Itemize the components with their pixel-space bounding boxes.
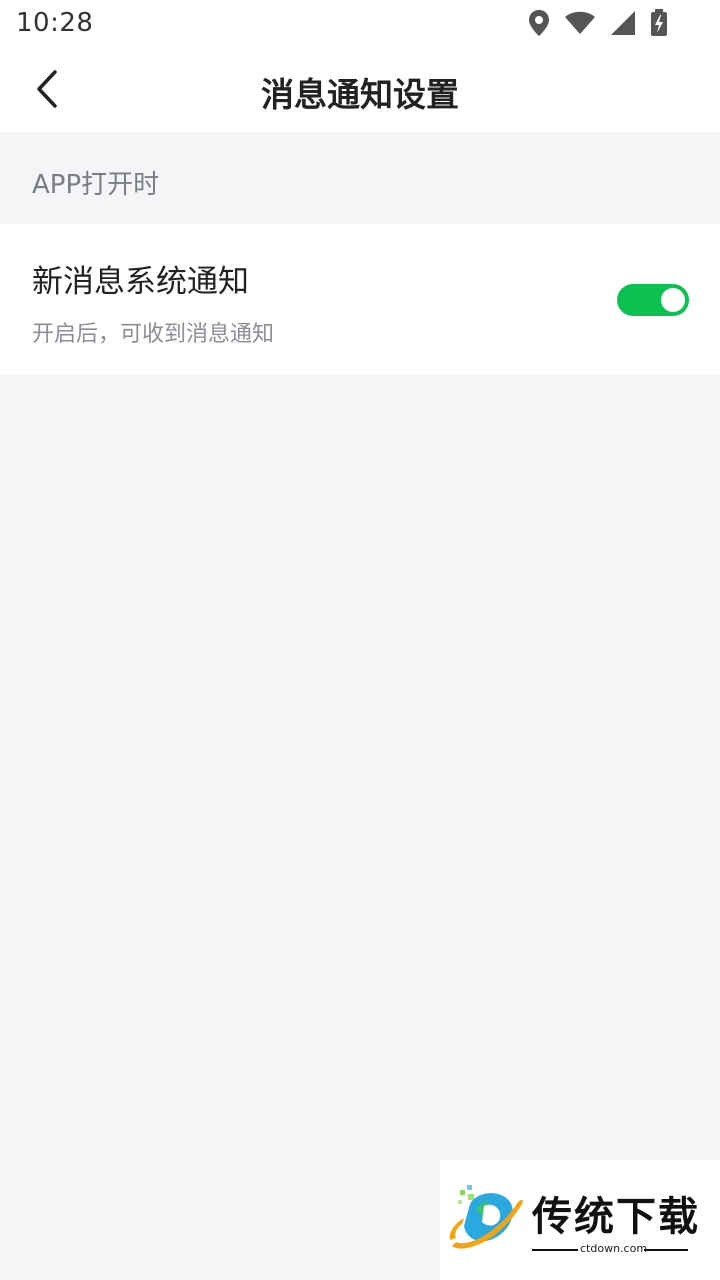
setting-label: 新消息系统通知 xyxy=(32,264,249,300)
watermark-domain: ctdown.com xyxy=(580,1242,648,1255)
wifi-icon xyxy=(564,11,596,39)
watermark-rule-right xyxy=(644,1249,688,1251)
page-title: 消息通知设置 xyxy=(261,75,459,114)
status-icons xyxy=(528,9,668,41)
section-header-label: APP打开时 xyxy=(32,170,160,200)
watermark: 传统下载 ctdown.com xyxy=(440,1160,720,1280)
toggle-knob xyxy=(661,288,685,312)
watermark-rule-left xyxy=(532,1249,578,1251)
location-icon xyxy=(528,9,550,41)
watermark-brand: 传统下载 xyxy=(532,1194,700,1240)
status-bar: 10:28 xyxy=(0,0,720,50)
nav-bar: 消息通知设置 xyxy=(0,50,720,132)
section-header: APP打开时 xyxy=(0,132,720,224)
status-time: 10:28 xyxy=(16,8,94,38)
notification-toggle[interactable] xyxy=(617,284,689,316)
ctdown-logo xyxy=(448,1182,526,1258)
setting-description: 开启后，可收到消息通知 xyxy=(32,322,275,347)
setting-row-new-message-notification: 新消息系统通知 开启后，可收到消息通知 xyxy=(0,224,720,375)
battery-charging-icon xyxy=(650,9,668,41)
signal-icon xyxy=(610,10,636,40)
